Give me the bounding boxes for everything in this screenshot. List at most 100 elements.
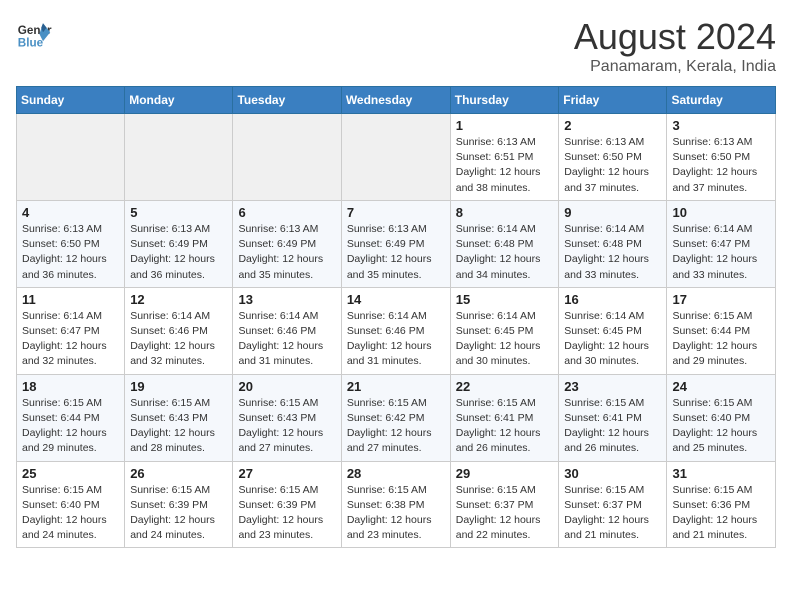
day-number: 26	[130, 466, 227, 481]
day-info: Sunrise: 6:15 AM Sunset: 6:41 PM Dayligh…	[456, 396, 554, 457]
calendar-cell: 16 Sunrise: 6:14 AM Sunset: 6:45 PM Dayli…	[559, 287, 667, 374]
day-info: Sunrise: 6:14 AM Sunset: 6:46 PM Dayligh…	[238, 309, 335, 370]
calendar-cell: 21 Sunrise: 6:15 AM Sunset: 6:42 PM Dayli…	[341, 374, 450, 461]
calendar-cell: 25Sunrise: 6:15 AM Sunset: 6:40 PM Dayli…	[17, 461, 125, 548]
day-number: 10	[672, 205, 770, 220]
calendar-cell: 5 Sunrise: 6:13 AM Sunset: 6:49 PM Daylig…	[125, 200, 233, 287]
calendar-header-sunday: Sunday	[17, 87, 125, 114]
calendar-cell: 31Sunrise: 6:15 AM Sunset: 6:36 PM Dayli…	[667, 461, 776, 548]
calendar-week-row: 11 Sunrise: 6:14 AM Sunset: 6:47 PM Dayli…	[17, 287, 776, 374]
day-number: 25	[22, 466, 119, 481]
day-number: 15	[456, 292, 554, 307]
day-number: 8	[456, 205, 554, 220]
day-number: 20	[238, 379, 335, 394]
day-number: 22	[456, 379, 554, 394]
day-number: 7	[347, 205, 445, 220]
title-block: August 2024 Panamaram, Kerala, India	[574, 16, 776, 76]
calendar-header-thursday: Thursday	[450, 87, 559, 114]
day-number: 17	[672, 292, 770, 307]
day-info: Sunrise: 6:15 AM Sunset: 6:39 PM Dayligh…	[130, 483, 227, 544]
calendar-cell: 19 Sunrise: 6:15 AM Sunset: 6:43 PM Dayli…	[125, 374, 233, 461]
day-info: Sunrise: 6:15 AM Sunset: 6:39 PM Dayligh…	[238, 483, 335, 544]
day-number: 23	[564, 379, 661, 394]
calendar-header-monday: Monday	[125, 87, 233, 114]
day-info: Sunrise: 6:15 AM Sunset: 6:43 PM Dayligh…	[130, 396, 227, 457]
day-info: Sunrise: 6:14 AM Sunset: 6:48 PM Dayligh…	[564, 222, 661, 283]
calendar-cell: 7 Sunrise: 6:13 AM Sunset: 6:49 PM Daylig…	[341, 200, 450, 287]
day-info: Sunrise: 6:13 AM Sunset: 6:51 PM Dayligh…	[456, 135, 554, 196]
calendar-header-tuesday: Tuesday	[233, 87, 341, 114]
day-number: 9	[564, 205, 661, 220]
day-info: Sunrise: 6:15 AM Sunset: 6:37 PM Dayligh…	[564, 483, 661, 544]
day-info: Sunrise: 6:13 AM Sunset: 6:49 PM Dayligh…	[347, 222, 445, 283]
calendar-cell	[341, 114, 450, 201]
calendar-cell: 18Sunrise: 6:15 AM Sunset: 6:44 PM Dayli…	[17, 374, 125, 461]
calendar-cell: 27 Sunrise: 6:15 AM Sunset: 6:39 PM Dayli…	[233, 461, 341, 548]
day-number: 30	[564, 466, 661, 481]
day-number: 6	[238, 205, 335, 220]
calendar-cell: 6 Sunrise: 6:13 AM Sunset: 6:49 PM Daylig…	[233, 200, 341, 287]
calendar-week-row: 18Sunrise: 6:15 AM Sunset: 6:44 PM Dayli…	[17, 374, 776, 461]
day-info: Sunrise: 6:13 AM Sunset: 6:49 PM Dayligh…	[238, 222, 335, 283]
day-number: 16	[564, 292, 661, 307]
day-number: 4	[22, 205, 119, 220]
day-info: Sunrise: 6:15 AM Sunset: 6:44 PM Dayligh…	[22, 396, 119, 457]
day-number: 5	[130, 205, 227, 220]
day-number: 29	[456, 466, 554, 481]
day-info: Sunrise: 6:15 AM Sunset: 6:44 PM Dayligh…	[672, 309, 770, 370]
page-header: General Blue August 2024 Panamaram, Kera…	[16, 16, 776, 76]
page-subtitle: Panamaram, Kerala, India	[574, 58, 776, 76]
day-number: 1	[456, 118, 554, 133]
calendar-cell: 26 Sunrise: 6:15 AM Sunset: 6:39 PM Dayli…	[125, 461, 233, 548]
day-number: 21	[347, 379, 445, 394]
calendar-cell: 1 Sunrise: 6:13 AM Sunset: 6:51 PM Daylig…	[450, 114, 559, 201]
day-info: Sunrise: 6:14 AM Sunset: 6:45 PM Dayligh…	[456, 309, 554, 370]
calendar-cell: 20Sunrise: 6:15 AM Sunset: 6:43 PM Dayli…	[233, 374, 341, 461]
day-info: Sunrise: 6:15 AM Sunset: 6:42 PM Dayligh…	[347, 396, 445, 457]
day-info: Sunrise: 6:15 AM Sunset: 6:37 PM Dayligh…	[456, 483, 554, 544]
calendar-header-wednesday: Wednesday	[341, 87, 450, 114]
page-title: August 2024	[574, 16, 776, 58]
svg-text:Blue: Blue	[18, 37, 44, 50]
calendar-cell: 2 Sunrise: 6:13 AM Sunset: 6:50 PM Daylig…	[559, 114, 667, 201]
calendar-week-row: 1 Sunrise: 6:13 AM Sunset: 6:51 PM Daylig…	[17, 114, 776, 201]
calendar-cell	[233, 114, 341, 201]
day-info: Sunrise: 6:13 AM Sunset: 6:50 PM Dayligh…	[564, 135, 661, 196]
calendar-cell: 11 Sunrise: 6:14 AM Sunset: 6:47 PM Dayli…	[17, 287, 125, 374]
day-number: 12	[130, 292, 227, 307]
day-number: 3	[672, 118, 770, 133]
calendar-cell: 3Sunrise: 6:13 AM Sunset: 6:50 PM Daylig…	[667, 114, 776, 201]
day-number: 14	[347, 292, 445, 307]
calendar-week-row: 4Sunrise: 6:13 AM Sunset: 6:50 PM Daylig…	[17, 200, 776, 287]
day-info: Sunrise: 6:15 AM Sunset: 6:36 PM Dayligh…	[672, 483, 770, 544]
day-info: Sunrise: 6:15 AM Sunset: 6:38 PM Dayligh…	[347, 483, 445, 544]
calendar-cell: 23 Sunrise: 6:15 AM Sunset: 6:41 PM Dayli…	[559, 374, 667, 461]
day-info: Sunrise: 6:15 AM Sunset: 6:40 PM Dayligh…	[672, 396, 770, 457]
calendar-cell	[17, 114, 125, 201]
logo-icon: General Blue	[16, 16, 52, 52]
day-number: 11	[22, 292, 119, 307]
day-info: Sunrise: 6:14 AM Sunset: 6:47 PM Dayligh…	[22, 309, 119, 370]
day-info: Sunrise: 6:14 AM Sunset: 6:47 PM Dayligh…	[672, 222, 770, 283]
day-number: 27	[238, 466, 335, 481]
calendar-cell: 29 Sunrise: 6:15 AM Sunset: 6:37 PM Dayli…	[450, 461, 559, 548]
calendar-cell: 30 Sunrise: 6:15 AM Sunset: 6:37 PM Dayli…	[559, 461, 667, 548]
day-info: Sunrise: 6:13 AM Sunset: 6:49 PM Dayligh…	[130, 222, 227, 283]
logo: General Blue	[16, 16, 52, 52]
calendar-week-row: 25Sunrise: 6:15 AM Sunset: 6:40 PM Dayli…	[17, 461, 776, 548]
calendar-cell: 15 Sunrise: 6:14 AM Sunset: 6:45 PM Dayli…	[450, 287, 559, 374]
day-number: 13	[238, 292, 335, 307]
calendar-cell: 22 Sunrise: 6:15 AM Sunset: 6:41 PM Dayli…	[450, 374, 559, 461]
calendar-cell: 14Sunrise: 6:14 AM Sunset: 6:46 PM Dayli…	[341, 287, 450, 374]
day-info: Sunrise: 6:14 AM Sunset: 6:46 PM Dayligh…	[130, 309, 227, 370]
calendar-cell	[125, 114, 233, 201]
calendar-cell: 9 Sunrise: 6:14 AM Sunset: 6:48 PM Daylig…	[559, 200, 667, 287]
day-number: 19	[130, 379, 227, 394]
calendar-cell: 17 Sunrise: 6:15 AM Sunset: 6:44 PM Dayli…	[667, 287, 776, 374]
calendar-header-friday: Friday	[559, 87, 667, 114]
day-info: Sunrise: 6:15 AM Sunset: 6:41 PM Dayligh…	[564, 396, 661, 457]
day-number: 2	[564, 118, 661, 133]
day-number: 28	[347, 466, 445, 481]
day-info: Sunrise: 6:14 AM Sunset: 6:45 PM Dayligh…	[564, 309, 661, 370]
calendar-table: SundayMondayTuesdayWednesdayThursdayFrid…	[16, 86, 776, 548]
